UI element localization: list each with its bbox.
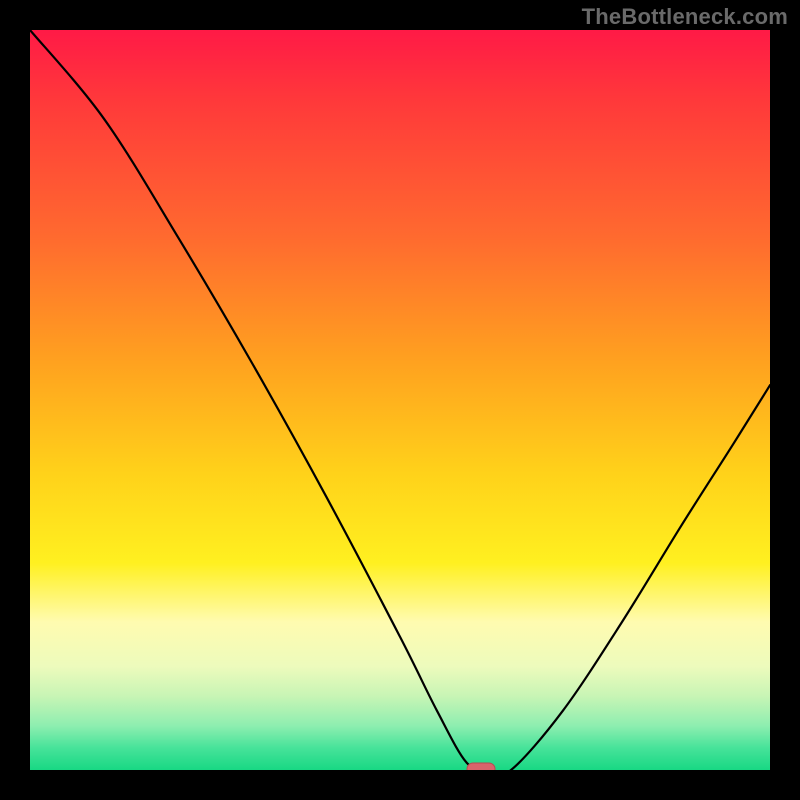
watermark-text: TheBottleneck.com [582, 4, 788, 30]
curve-svg [30, 30, 770, 770]
plot-area [30, 30, 770, 770]
marker-pill [467, 763, 495, 770]
bottleneck-curve [30, 30, 770, 770]
chart-frame: TheBottleneck.com [0, 0, 800, 800]
minimum-marker [466, 762, 496, 770]
